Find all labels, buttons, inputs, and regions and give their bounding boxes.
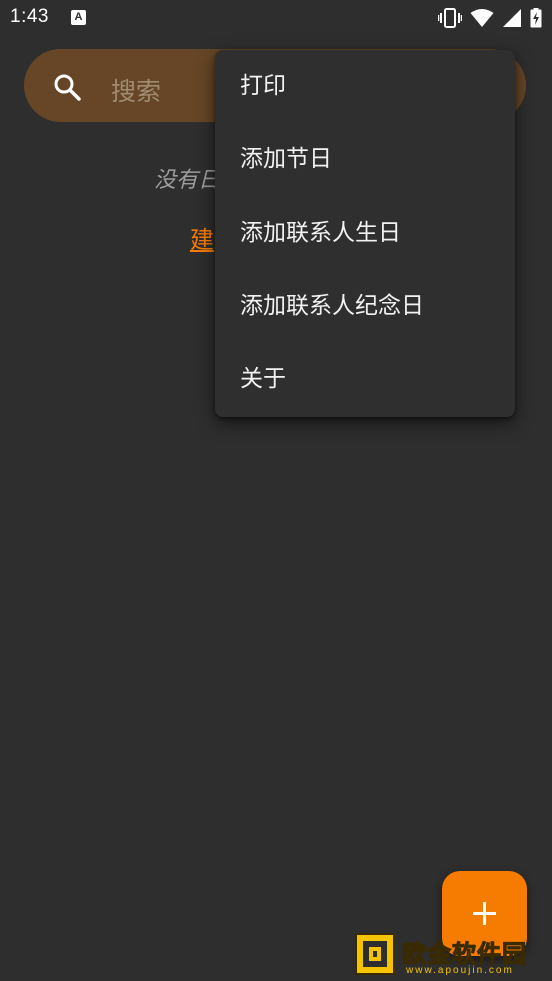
wifi-icon [470, 9, 494, 27]
menu-item-add-contact-anniversary[interactable]: 添加联系人纪念日 [215, 270, 515, 343]
status-bar: 1:43 A [0, 0, 552, 36]
watermark-text: 欧金软件园 [402, 940, 527, 969]
status-icons [438, 8, 542, 28]
search-icon[interactable] [52, 72, 82, 102]
vibrate-icon [438, 8, 462, 28]
menu-item-print[interactable]: 打印 [215, 50, 515, 123]
menu-item-add-contact-birthday[interactable]: 添加联系人生日 [215, 197, 515, 270]
menu-item-about[interactable]: 关于 [215, 343, 515, 416]
watermark: 欧金软件园 www.apoujin.com [350, 930, 550, 980]
search-input[interactable]: 搜索 [111, 72, 161, 108]
menu-item-add-holiday[interactable]: 添加节日 [215, 123, 515, 196]
plus-icon [473, 902, 496, 925]
app-screen: 1:43 A 搜索 没有日 建 打印 添加节日 添加联系人生日 添加联系人纪念日… [0, 0, 552, 981]
signal-icon [503, 9, 521, 27]
create-link[interactable]: 建 [190, 220, 214, 255]
status-time: 1:43 [10, 6, 49, 27]
watermark-logo-icon [355, 933, 395, 975]
a-icon: A [71, 10, 86, 25]
watermark-url: www.apoujin.com [406, 965, 514, 976]
empty-state-message: 没有日 [154, 168, 221, 193]
battery-charging-icon [530, 8, 542, 28]
overflow-menu: 打印 添加节日 添加联系人生日 添加联系人纪念日 关于 [215, 50, 515, 417]
